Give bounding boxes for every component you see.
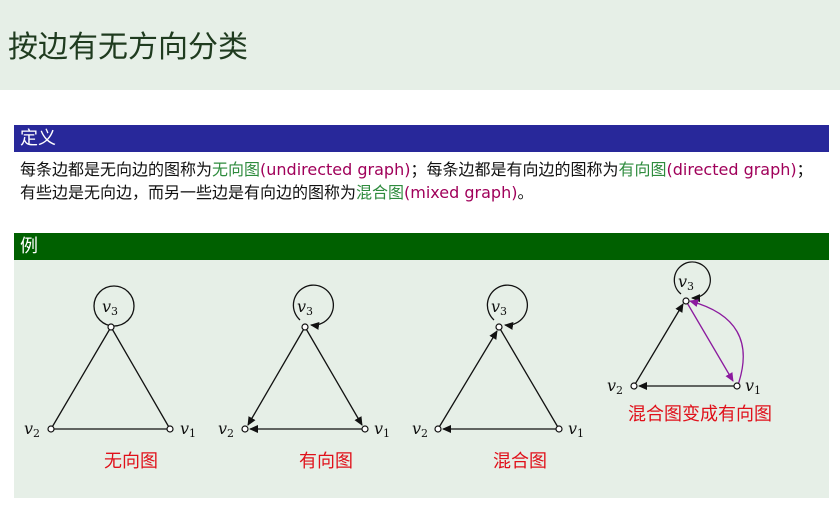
edge-v1-v3-purple bbox=[689, 299, 744, 386]
label-v1: v1 bbox=[568, 419, 584, 440]
directed-graph: v3 v2 v1 有向图 bbox=[218, 284, 390, 472]
edge-v3-v1-purple bbox=[685, 300, 734, 382]
label-v2: v2 bbox=[24, 419, 40, 440]
label-v3: v3 bbox=[297, 297, 313, 318]
vertex-v2 bbox=[434, 425, 442, 433]
label-v2: v2 bbox=[218, 419, 234, 440]
graph-figures: v3 v2 v1 无向图 v3 v2 v1 有向图 v3 v2 v1 混合图 v… bbox=[24, 261, 772, 472]
label-v3: v3 bbox=[678, 272, 694, 293]
vertex-v1 bbox=[733, 382, 741, 390]
undirected-graph: v3 v2 v1 无向图 bbox=[24, 285, 196, 472]
vertex-v1 bbox=[555, 425, 563, 433]
vertex-v3 bbox=[495, 323, 503, 331]
mixed-graph: v3 v2 v1 混合图 bbox=[412, 284, 584, 472]
edge-v3-v2 bbox=[50, 326, 112, 430]
vertex-v3 bbox=[682, 297, 690, 305]
label-v1: v1 bbox=[180, 419, 196, 440]
vertex-v2 bbox=[630, 382, 638, 390]
vertex-v3 bbox=[301, 323, 309, 331]
label-v2: v2 bbox=[607, 376, 623, 397]
edge-v3-v1 bbox=[498, 326, 560, 430]
caption-mixed: 混合图 bbox=[493, 451, 547, 472]
edge-v3-v1 bbox=[110, 326, 171, 430]
label-v3: v3 bbox=[491, 297, 507, 318]
edge-v3-v2 bbox=[247, 326, 306, 426]
vertex-v2 bbox=[241, 425, 249, 433]
vertex-v1 bbox=[166, 425, 174, 433]
vertex-v1 bbox=[361, 425, 369, 433]
caption-undirected: 无向图 bbox=[104, 451, 158, 472]
vertex-v2 bbox=[47, 425, 55, 433]
label-v2: v2 bbox=[412, 419, 428, 440]
edge-v2-v3 bbox=[437, 330, 498, 430]
label-v3: v3 bbox=[102, 297, 118, 318]
caption-converted: 混合图变成有向图 bbox=[628, 404, 772, 425]
converted-directed-graph: v3 v2 v1 混合图变成有向图 bbox=[607, 261, 772, 425]
label-v1: v1 bbox=[374, 419, 390, 440]
label-v1: v1 bbox=[745, 376, 761, 397]
edge-v2-v3 bbox=[633, 303, 684, 387]
caption-directed: 有向图 bbox=[299, 451, 353, 472]
vertex-v3 bbox=[107, 323, 115, 331]
edge-v3-v1 bbox=[304, 326, 363, 426]
